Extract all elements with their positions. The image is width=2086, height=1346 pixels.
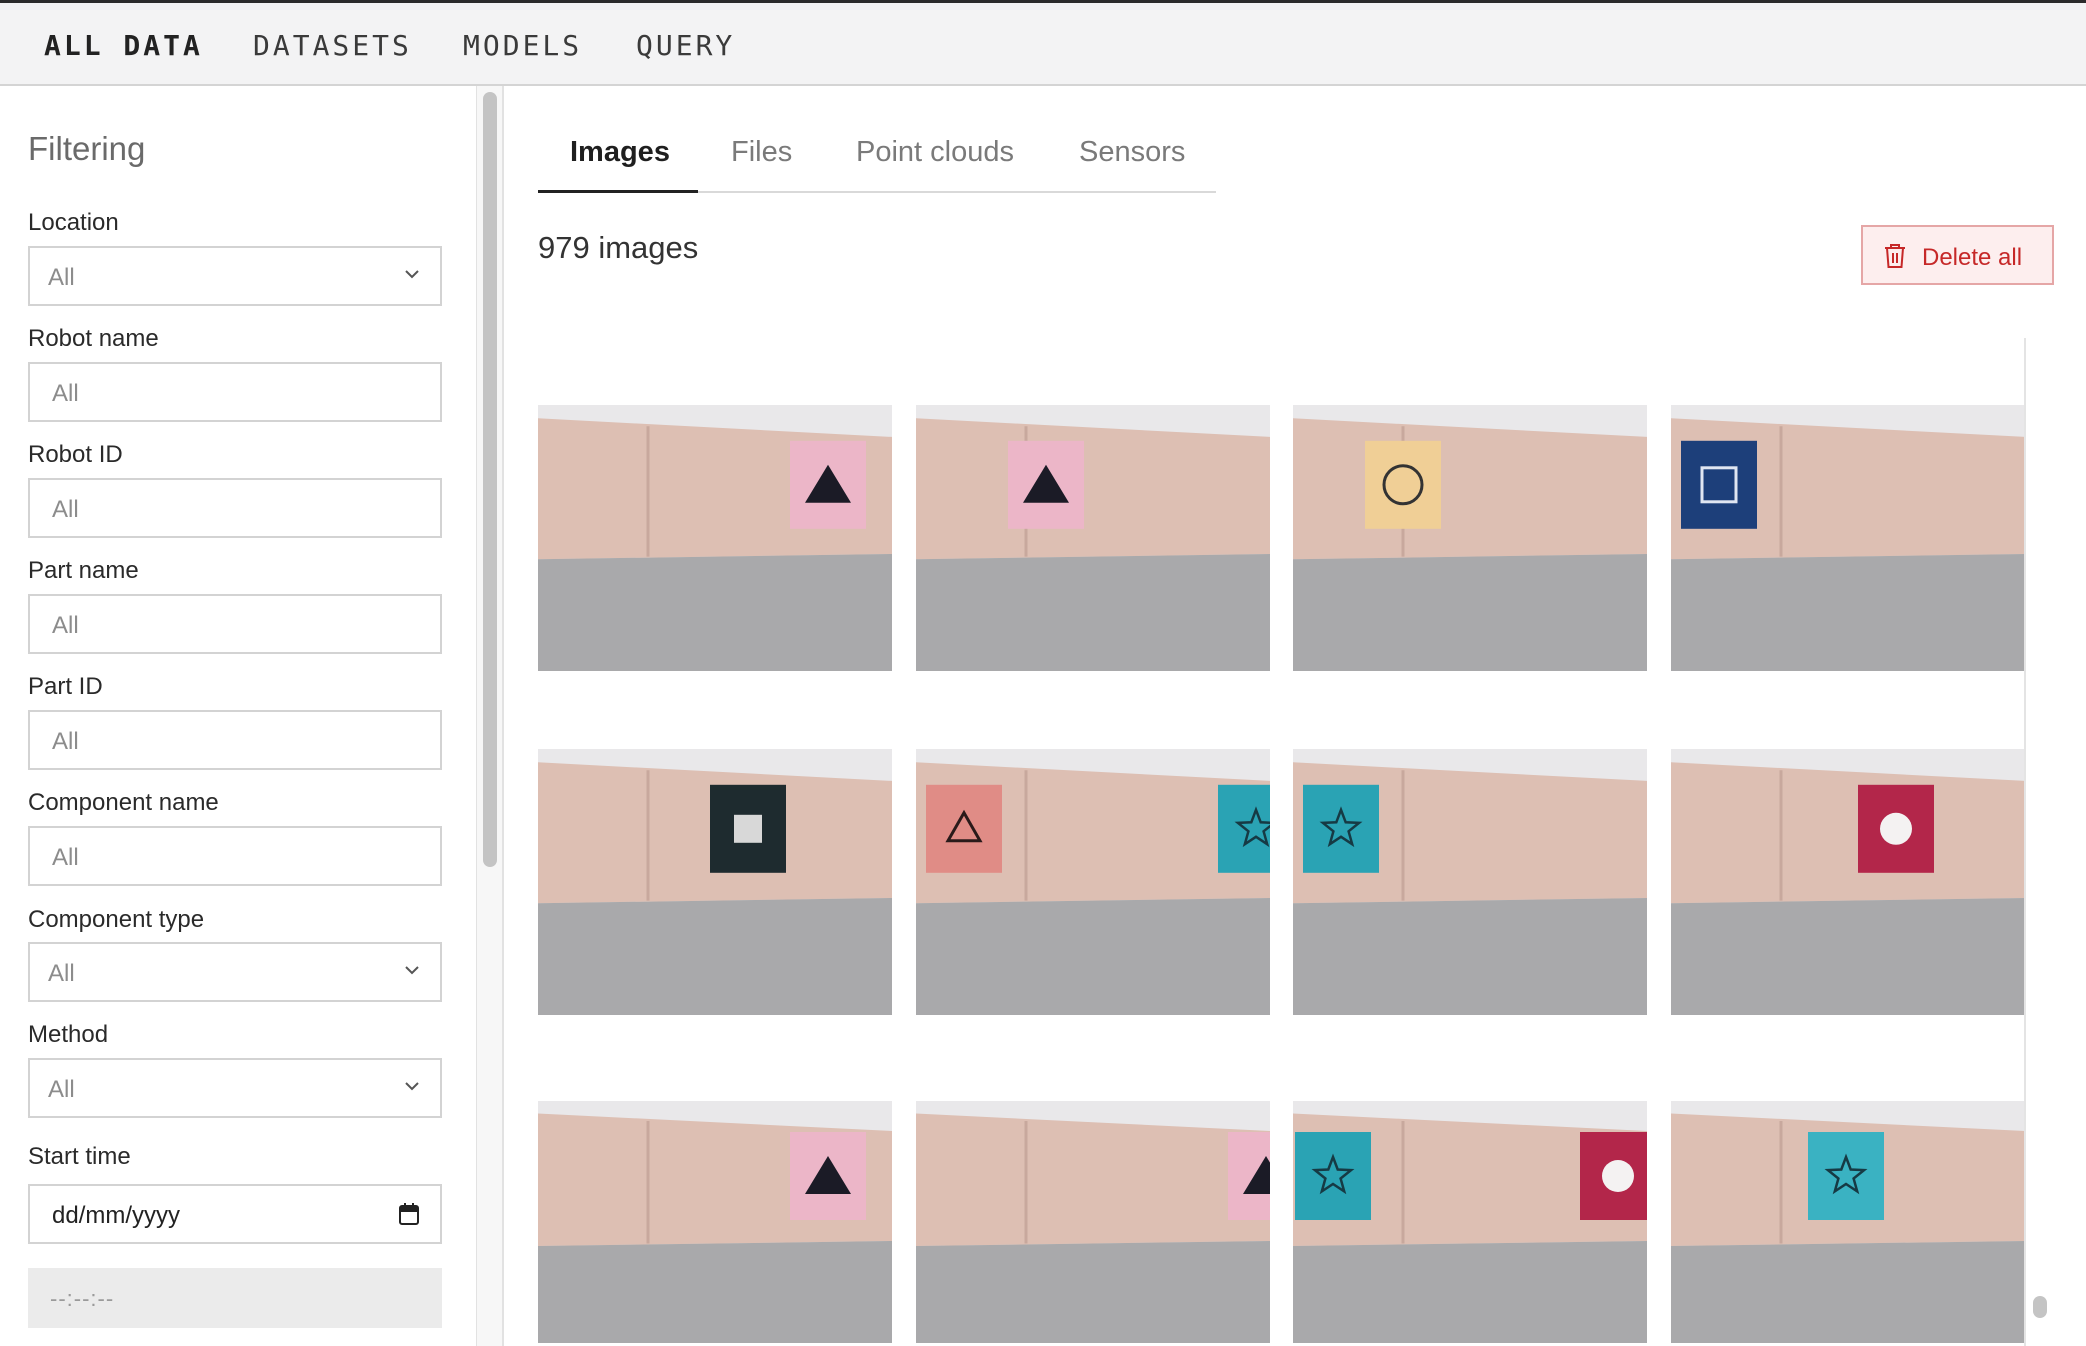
- start-time-input[interactable]: --:--:--: [28, 1268, 442, 1328]
- image-preview: [1293, 1101, 1647, 1343]
- image-preview: [538, 749, 892, 1015]
- component-name-input[interactable]: All: [28, 826, 442, 886]
- start-date-placeholder: dd/mm/yyyy: [52, 1202, 181, 1229]
- trash-icon: [1885, 244, 1905, 268]
- active-tab-indicator: [538, 190, 698, 193]
- tab-point-clouds[interactable]: Point clouds: [856, 136, 1014, 169]
- location-select[interactable]: All: [28, 246, 442, 306]
- image-thumbnail[interactable]: [1293, 1093, 1647, 1343]
- robot-name-input[interactable]: All: [28, 362, 442, 422]
- image-preview: [1671, 405, 2025, 671]
- image-preview: [538, 405, 892, 671]
- image-preview: [916, 405, 1270, 671]
- robot-id-placeholder: All: [52, 496, 79, 523]
- method-label: Method: [28, 1021, 109, 1048]
- method-value: All: [48, 1076, 75, 1103]
- robot-id-label: Robot ID: [28, 441, 123, 468]
- image-count: 979 images: [538, 230, 699, 265]
- delete-all-button[interactable]: Delete all: [1861, 225, 2054, 285]
- start-time-placeholder: --:--:--: [50, 1286, 115, 1311]
- image-thumbnail[interactable]: [916, 1093, 1270, 1343]
- grid-scrollbar-thumb[interactable]: [2033, 1296, 2047, 1318]
- component-type-select[interactable]: All: [28, 942, 442, 1002]
- image-preview: [1671, 1101, 2025, 1343]
- method-select[interactable]: All: [28, 1058, 442, 1118]
- robot-name-label: Robot name: [28, 325, 159, 352]
- image-thumbnail[interactable]: [916, 749, 1270, 1015]
- image-preview: [1671, 749, 2025, 1015]
- image-thumbnail[interactable]: [538, 405, 892, 671]
- tab-images[interactable]: Images: [570, 136, 670, 169]
- sidebar-scrollbar-thumb[interactable]: [483, 92, 497, 867]
- image-thumbnail[interactable]: [916, 405, 1270, 671]
- part-id-input[interactable]: All: [28, 710, 442, 770]
- image-preview: [1293, 749, 1647, 1015]
- robot-name-placeholder: All: [52, 380, 79, 407]
- chevron-down-icon: [405, 966, 419, 975]
- image-thumbnail[interactable]: [1293, 405, 1647, 671]
- part-id-label: Part ID: [28, 673, 103, 700]
- part-name-label: Part name: [28, 557, 139, 584]
- calendar-icon[interactable]: [398, 1202, 420, 1226]
- image-preview: [538, 1101, 892, 1343]
- image-thumbnail[interactable]: [538, 1093, 892, 1343]
- image-preview: [916, 1101, 1270, 1343]
- robot-id-input[interactable]: All: [28, 478, 442, 538]
- image-thumbnail[interactable]: [1293, 749, 1647, 1015]
- part-name-placeholder: All: [52, 612, 79, 639]
- part-name-input[interactable]: All: [28, 594, 442, 654]
- component-name-label: Component name: [28, 789, 219, 816]
- location-value: All: [48, 264, 75, 291]
- chevron-down-icon: [405, 1082, 419, 1091]
- image-preview: [1293, 405, 1647, 671]
- grid-scrollbar-track[interactable]: [2024, 338, 2054, 1346]
- chevron-down-icon: [405, 270, 419, 279]
- top-navigation: ALL DATA DATASETS MODELS QUERY: [0, 0, 2086, 86]
- tab-files[interactable]: Files: [731, 136, 792, 169]
- location-label: Location: [28, 209, 119, 236]
- component-type-value: All: [48, 960, 75, 987]
- nav-query[interactable]: QUERY: [636, 29, 735, 62]
- part-id-placeholder: All: [52, 728, 79, 755]
- start-time-label: Start time: [28, 1143, 131, 1170]
- component-name-placeholder: All: [52, 844, 79, 871]
- image-thumbnail[interactable]: [1671, 1093, 2025, 1343]
- start-date-input[interactable]: dd/mm/yyyy: [28, 1184, 442, 1244]
- nav-all-data[interactable]: ALL DATA: [44, 29, 203, 62]
- component-type-label: Component type: [28, 906, 205, 933]
- filter-title: Filtering: [28, 130, 146, 167]
- nav-datasets[interactable]: DATASETS: [253, 29, 412, 62]
- image-thumbnail[interactable]: [538, 749, 892, 1015]
- delete-all-label: Delete all: [1922, 244, 2023, 271]
- image-thumbnail[interactable]: [1671, 405, 2025, 671]
- image-thumbnail[interactable]: [1671, 749, 2025, 1015]
- tab-sensors[interactable]: Sensors: [1079, 136, 1185, 169]
- nav-models[interactable]: MODELS: [463, 29, 582, 62]
- image-preview: [916, 749, 1270, 1015]
